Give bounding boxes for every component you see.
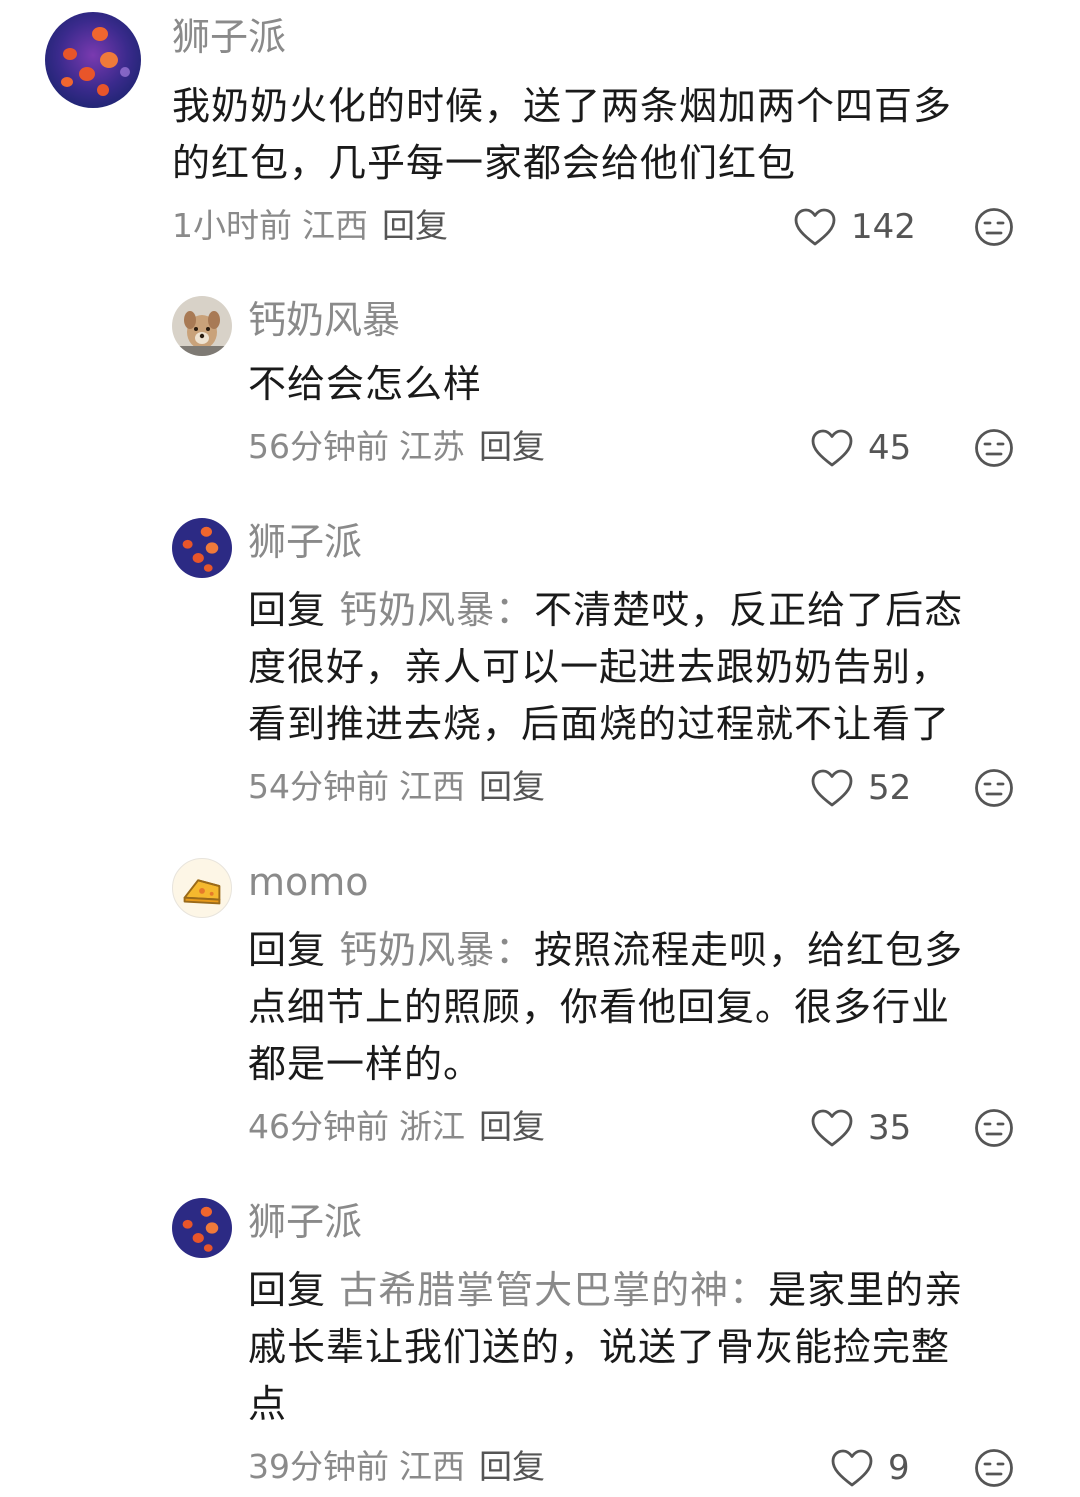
reply-prefix: 回复 (248, 928, 327, 972)
user-avatar[interactable] (172, 1198, 232, 1258)
like-button[interactable]: 9 (830, 1446, 910, 1490)
jellyfish-avatar-icon (172, 1198, 232, 1258)
reply-target-username[interactable]: 钙奶风暴： (339, 588, 534, 632)
comment-1: 狮子派 我奶奶火化的时候，送了两条烟加两个四百多 的红包，几乎每一家都会给他们红… (0, 0, 1080, 260)
neutral-face-icon (975, 1449, 1013, 1487)
user-avatar[interactable] (172, 858, 232, 918)
like-button[interactable]: 142 (793, 205, 916, 249)
timestamp: 46分钟前 (248, 1107, 389, 1146)
dislike-button[interactable] (974, 428, 1014, 468)
comment-meta: 54分钟前 江西 回复 (248, 767, 555, 807)
username[interactable]: 狮子派 (248, 520, 362, 564)
reply-button[interactable]: 回复 (479, 427, 545, 466)
comment-3: 狮子派 回复 钙奶风暴：不清楚哎，反正给了后态 度很好，亲人可以一起进去跟奶奶告… (0, 500, 1080, 840)
comment-text: 回复 钙奶风暴：按照流程走呗，给红包多 点细节上的照顾，你看他回复。很多行业 都… (248, 928, 964, 1086)
username[interactable]: 狮子派 (248, 1200, 362, 1244)
neutral-face-icon (975, 429, 1013, 467)
user-avatar[interactable] (172, 296, 232, 356)
comment-2: 钙奶风暴 不给会怎么样 56分钟前 江苏 回复 45 (0, 280, 1080, 500)
heart-icon (811, 1109, 853, 1147)
like-button[interactable]: 52 (810, 766, 911, 810)
comment-text: 回复 钙奶风暴：不清楚哎，反正给了后态 度很好，亲人可以一起进去跟奶奶告别， 看… (248, 588, 964, 746)
reply-button[interactable]: 回复 (479, 767, 545, 806)
like-button[interactable]: 35 (810, 1106, 911, 1150)
username[interactable]: momo (248, 860, 369, 904)
location: 江西 (302, 206, 368, 245)
jellyfish-avatar-icon (45, 12, 141, 108)
comment-text: 我奶奶火化的时候，送了两条烟加两个四百多 的红包，几乎每一家都会给他们红包 (172, 84, 953, 185)
heart-icon (811, 429, 853, 467)
location: 江西 (399, 1447, 465, 1486)
timestamp: 56分钟前 (248, 427, 389, 466)
dislike-button[interactable] (974, 207, 1014, 247)
comment-text: 回复 古希腊掌管大巴掌的神：是家里的亲 戚长辈让我们送的，说送了骨灰能捡完整 点 (248, 1268, 964, 1426)
neutral-face-icon (975, 208, 1013, 246)
location: 江苏 (399, 427, 465, 466)
heart-icon (794, 208, 836, 246)
heart-icon (811, 769, 853, 807)
reply-button[interactable]: 回复 (479, 1107, 545, 1146)
timestamp: 39分钟前 (248, 1447, 389, 1486)
jellyfish-avatar-icon (172, 518, 232, 578)
neutral-face-icon (975, 769, 1013, 807)
dislike-button[interactable] (974, 768, 1014, 808)
like-count: 35 (868, 1108, 912, 1148)
cheese-avatar-icon (183, 879, 221, 905)
comment-meta: 1小时前 江西 回复 (172, 206, 458, 246)
like-count: 142 (851, 207, 916, 247)
like-button[interactable]: 45 (810, 426, 911, 470)
dislike-button[interactable] (974, 1448, 1014, 1488)
comment-meta: 46分钟前 浙江 回复 (248, 1107, 555, 1147)
like-count: 52 (868, 768, 912, 808)
location: 浙江 (399, 1107, 465, 1146)
comment-meta: 56分钟前 江苏 回复 (248, 427, 555, 467)
reply-target-username[interactable]: 钙奶风暴： (339, 928, 534, 972)
reply-target-username[interactable]: 古希腊掌管大巴掌的神： (339, 1268, 768, 1312)
comment-meta: 39分钟前 江西 回复 (248, 1447, 555, 1487)
username[interactable]: 钙奶风暴 (248, 298, 400, 342)
timestamp: 1小时前 (172, 206, 292, 245)
like-count: 45 (868, 428, 912, 468)
comment-5: 狮子派 回复 古希腊掌管大巴掌的神：是家里的亲 戚长辈让我们送的，说送了骨灰能捡… (0, 1180, 1080, 1497)
comment-4: momo 回复 钙奶风暴：按照流程走呗，给红包多 点细节上的照顾，你看他回复。很… (0, 840, 1080, 1180)
timestamp: 54分钟前 (248, 767, 389, 806)
location: 江西 (399, 767, 465, 806)
like-count: 9 (888, 1448, 910, 1488)
reply-prefix: 回复 (248, 588, 327, 632)
reply-button[interactable]: 回复 (382, 206, 448, 245)
reply-button[interactable]: 回复 (479, 1447, 545, 1486)
username[interactable]: 狮子派 (172, 15, 286, 59)
dislike-button[interactable] (974, 1108, 1014, 1148)
reply-prefix: 回复 (248, 1268, 327, 1312)
comment-text: 不给会怎么样 (248, 362, 483, 406)
dog-avatar-icon (172, 296, 232, 356)
heart-icon (831, 1449, 873, 1487)
neutral-face-icon (975, 1109, 1013, 1147)
user-avatar[interactable] (45, 12, 141, 108)
user-avatar[interactable] (172, 518, 232, 578)
